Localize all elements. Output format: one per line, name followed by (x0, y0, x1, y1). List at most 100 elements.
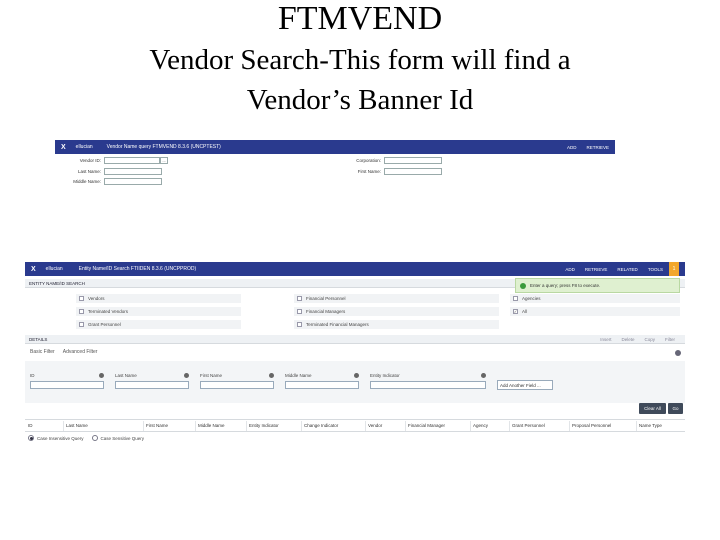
close-icon[interactable]: X (31, 266, 36, 273)
add-button[interactable]: ADD (567, 145, 577, 150)
middle-name-input[interactable] (104, 178, 162, 185)
corporation-input[interactable] (384, 157, 442, 164)
vendor-id-label: Vendor ID: (79, 158, 101, 163)
col-header[interactable]: Middle Name (198, 423, 225, 428)
remove-icon[interactable] (184, 373, 189, 378)
filter-tabs: Basic Filter Advanced Filter (30, 349, 105, 355)
app-header-bar: X ellucian Vendor Name query FTMVEND 8.3… (55, 140, 615, 154)
checkbox-label: Terminated Vendors (88, 309, 129, 314)
checkbox-icon[interactable] (79, 296, 84, 301)
retrieve-button[interactable]: RETRIEVE (586, 145, 609, 150)
add-button[interactable]: ADD (565, 267, 575, 272)
checkbox-icon[interactable] (297, 296, 302, 301)
checkbox-terminated-vendors[interactable]: Terminated Vendors (76, 307, 241, 316)
checkbox-all[interactable]: ✓ All (510, 307, 680, 316)
filter-id-input[interactable] (30, 381, 104, 389)
filter-first-name: First Name (200, 373, 274, 389)
last-name-input[interactable] (104, 168, 162, 175)
related-button[interactable]: RELATED (617, 267, 637, 272)
slide-title: FTMVEND (277, 0, 443, 37)
first-name-label: First Name: (357, 169, 381, 174)
checkbox-icon[interactable] (297, 309, 302, 314)
tab-basic-filter[interactable]: Basic Filter (30, 349, 55, 355)
insert-button[interactable]: Insert (600, 337, 611, 342)
last-name-field: Last Name: (55, 168, 162, 175)
filter-label: ID (30, 373, 35, 378)
col-header[interactable]: Agency (473, 423, 488, 428)
col-header[interactable]: First Name (146, 423, 168, 428)
filter-label: Middle Name (285, 373, 312, 378)
close-icon[interactable]: X (61, 144, 66, 151)
col-header[interactable]: Vendor (368, 423, 382, 428)
checkbox-label: Vendors (88, 296, 105, 301)
checkmark-circle-icon (520, 282, 526, 289)
col-header[interactable]: Proposal Personnel (572, 423, 611, 428)
add-field-label: Add Another Field ... (500, 382, 541, 388)
settings-icon[interactable] (675, 350, 681, 356)
go-button[interactable]: Go (668, 403, 683, 414)
checkbox-vendors[interactable]: Vendors (76, 294, 241, 303)
checkbox-icon[interactable] (513, 296, 518, 301)
remove-icon[interactable] (354, 373, 359, 378)
col-header[interactable]: Last Name (66, 423, 88, 428)
filter-id: ID (30, 373, 104, 389)
clear-all-button[interactable]: Clear All (639, 403, 666, 414)
details-section-header[interactable]: DETAILS Insert Delete Copy Filter (25, 335, 685, 344)
filter-first-name-input[interactable] (200, 381, 274, 389)
checkbox-icon[interactable] (79, 322, 84, 327)
checkbox-financial-personnel[interactable]: Financial Personnel (294, 294, 499, 303)
checkbox-grant-personnel[interactable]: Grant Personnel (76, 320, 241, 329)
first-name-field: First Name: (325, 168, 442, 175)
filter-last-name-input[interactable] (115, 381, 189, 389)
radio-case-sensitive[interactable] (91, 435, 98, 441)
col-header[interactable]: Grant Personnel (512, 423, 545, 428)
middle-name-label: Middle Name: (73, 179, 101, 184)
notification-text: Enter a query; press F8 to execute. (530, 283, 601, 288)
radio-case-insensitive[interactable] (28, 435, 34, 441)
col-header[interactable]: Change Indicator (304, 423, 338, 428)
filter-label: First Name (200, 373, 223, 378)
notification-badge[interactable]: 1 (669, 262, 679, 276)
slide-subtitle-line-1: Vendor Search-This form will find a (149, 44, 571, 76)
page-title: Entity Name/ID Search FTIIDEN 8.3.6 (UNC… (78, 266, 197, 272)
filter-button[interactable]: Filter (665, 337, 675, 342)
copy-button[interactable]: Copy (644, 337, 655, 342)
col-header[interactable]: ID (28, 423, 33, 428)
checkbox-agencies[interactable]: Agencies (510, 294, 680, 303)
app-header-bar: X ellucian Entity Name/ID Search FTIIDEN… (25, 262, 685, 276)
page-title: Vendor Name query FTMVEND 8.3.6 (UNCPTES… (106, 144, 221, 150)
entity-indicator-select[interactable] (370, 381, 486, 389)
remove-icon[interactable] (99, 373, 104, 378)
tab-advanced-filter[interactable]: Advanced Filter (63, 349, 98, 355)
corporation-label: Corporation: (356, 158, 381, 163)
delete-button[interactable]: Delete (621, 337, 634, 342)
filter-middle-name-input[interactable] (285, 381, 359, 389)
last-name-label: Last Name: (77, 169, 101, 174)
checkbox-label: Terminated Financial Managers (306, 322, 369, 327)
section-title: ENTITY NAME/ID SEARCH (29, 280, 85, 286)
checkbox-icon[interactable] (297, 322, 302, 327)
checkbox-label: Financial Personnel (306, 296, 346, 301)
checkmark-icon[interactable]: ✓ (513, 309, 518, 314)
checkbox-icon[interactable] (79, 309, 84, 314)
col-header[interactable]: Name Type (639, 423, 662, 428)
lookup-icon[interactable]: ... (160, 157, 168, 164)
col-header[interactable]: Financial Manager (408, 423, 445, 428)
checkbox-label: Financial Managers (306, 309, 346, 314)
ellucian-logo: ellucian (75, 144, 93, 150)
checkbox-terminated-financial-managers[interactable]: Terminated Financial Managers (294, 320, 499, 329)
remove-icon[interactable] (269, 373, 274, 378)
middle-name-field: Middle Name: (55, 178, 162, 185)
col-header[interactable]: Entity Indicator (249, 423, 279, 428)
corporation-field: Corporation: (325, 157, 442, 164)
remove-icon[interactable] (481, 373, 486, 378)
checkbox-financial-managers[interactable]: Financial Managers (294, 307, 499, 316)
tools-button[interactable]: TOOLS (648, 267, 663, 272)
vendor-id-input[interactable] (104, 157, 160, 164)
radio-label: Case Sensitive Query (100, 435, 145, 441)
add-another-field-select[interactable]: Add Another Field ... (497, 380, 553, 390)
checkbox-label: Agencies (522, 296, 541, 301)
first-name-input[interactable] (384, 168, 442, 175)
filter-last-name: Last Name (115, 373, 189, 389)
retrieve-button[interactable]: RETRIEVE (585, 267, 608, 272)
